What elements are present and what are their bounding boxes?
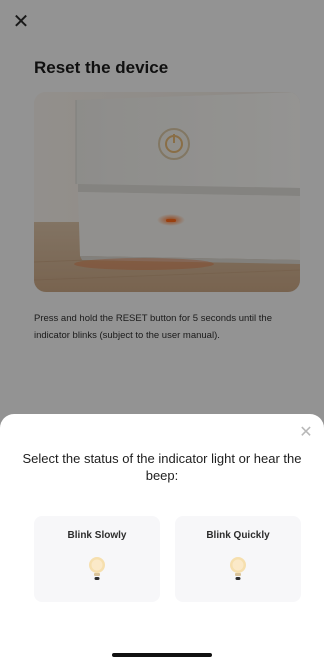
bottom-sheet: ✕ Select the status of the indicator lig… [0, 414, 324, 659]
bulb-icon [89, 557, 105, 580]
option-blink-quickly[interactable]: Blink Quickly [175, 516, 301, 602]
option-blink-slowly[interactable]: Blink Slowly [34, 516, 160, 602]
close-icon[interactable]: ✕ [298, 424, 314, 440]
option-label: Blink Quickly [206, 530, 270, 541]
home-indicator[interactable] [112, 653, 212, 657]
bulb-icon [230, 557, 246, 580]
option-label: Blink Slowly [67, 530, 127, 541]
sheet-prompt: Select the status of the indicator light… [22, 451, 302, 483]
